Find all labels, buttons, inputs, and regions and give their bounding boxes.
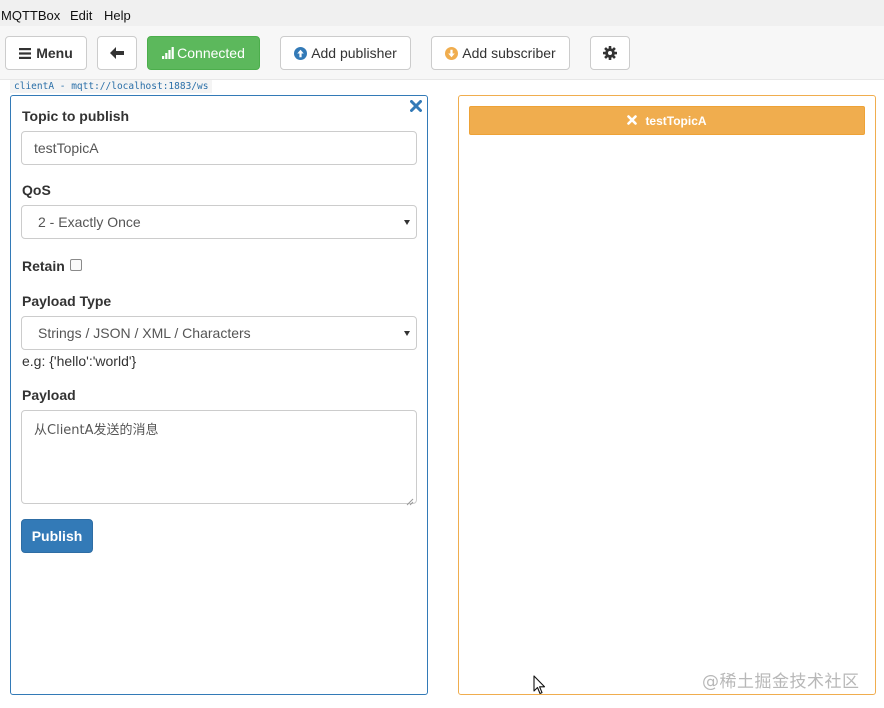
subscribed-topic-bar: testTopicA — [469, 106, 865, 135]
menu-help[interactable]: Help — [104, 8, 131, 23]
menu-button[interactable]: Menu — [5, 36, 87, 70]
qos-select[interactable]: 2 - Exactly Once — [21, 205, 417, 239]
signal-icon — [162, 47, 174, 59]
add-subscriber-button[interactable]: Add subscriber — [431, 36, 570, 70]
publisher-panel: Topic to publish testTopicA QoS 2 - Exac… — [10, 95, 428, 695]
arrow-circle-down-icon — [445, 46, 459, 60]
payload-type-label: Payload Type — [22, 293, 112, 309]
add-subscriber-label: Add subscriber — [462, 45, 556, 61]
payload-textarea[interactable]: 从ClientA发送的消息 — [21, 410, 417, 506]
connected-label: Connected — [177, 45, 245, 61]
add-publisher-button[interactable]: Add publisher — [280, 36, 411, 70]
unsubscribe-close-icon[interactable] — [627, 114, 638, 128]
chevron-down-icon — [404, 220, 410, 225]
resize-grip-icon[interactable] — [406, 493, 414, 506]
payload-hint: e.g: {'hello':'world'} — [22, 353, 137, 369]
topic-label: Topic to publish — [22, 108, 130, 124]
payload-label: Payload — [22, 387, 76, 403]
connected-button[interactable]: Connected — [147, 36, 260, 70]
payload-textarea-value: 从ClientA发送的消息 — [34, 423, 159, 438]
back-button[interactable] — [97, 36, 137, 70]
bars-icon — [19, 47, 32, 59]
payload-type-select[interactable]: Strings / JSON / XML / Characters — [21, 316, 417, 350]
qos-select-value: 2 - Exactly Once — [38, 214, 141, 230]
watermark: @稀土掘金技术社区 — [702, 672, 860, 692]
qos-label: QoS — [22, 182, 51, 198]
subscriber-panel: testTopicA — [458, 95, 876, 695]
gear-icon — [603, 46, 617, 60]
menu-edit[interactable]: Edit — [70, 8, 92, 23]
mouse-cursor-icon — [533, 675, 547, 698]
subscribed-topic-name: testTopicA — [645, 113, 707, 128]
menu-bar: MQTTBox Edit Help — [0, 0, 884, 26]
retain-checkbox[interactable] — [70, 259, 82, 271]
topic-input[interactable]: testTopicA — [21, 131, 417, 165]
arrow-circle-up-icon — [294, 46, 308, 60]
settings-button[interactable] — [590, 36, 630, 70]
client-connection-label: clientA - mqtt://localhost:1883/ws — [10, 80, 213, 93]
retain-label: Retain — [22, 258, 65, 274]
payload-type-select-value: Strings / JSON / XML / Characters — [38, 325, 251, 341]
add-publisher-label: Add publisher — [311, 45, 397, 61]
chevron-down-icon — [404, 331, 410, 336]
arrow-left-icon — [110, 47, 124, 59]
menu-button-label: Menu — [36, 45, 73, 61]
menu-mqttbox[interactable]: MQTTBox — [1, 8, 60, 23]
close-icon[interactable] — [410, 99, 422, 112]
publish-button[interactable]: Publish — [21, 519, 93, 553]
toolbar: Menu Connected Add publisher Add subscri… — [0, 26, 884, 80]
topic-input-value: testTopicA — [34, 140, 99, 156]
